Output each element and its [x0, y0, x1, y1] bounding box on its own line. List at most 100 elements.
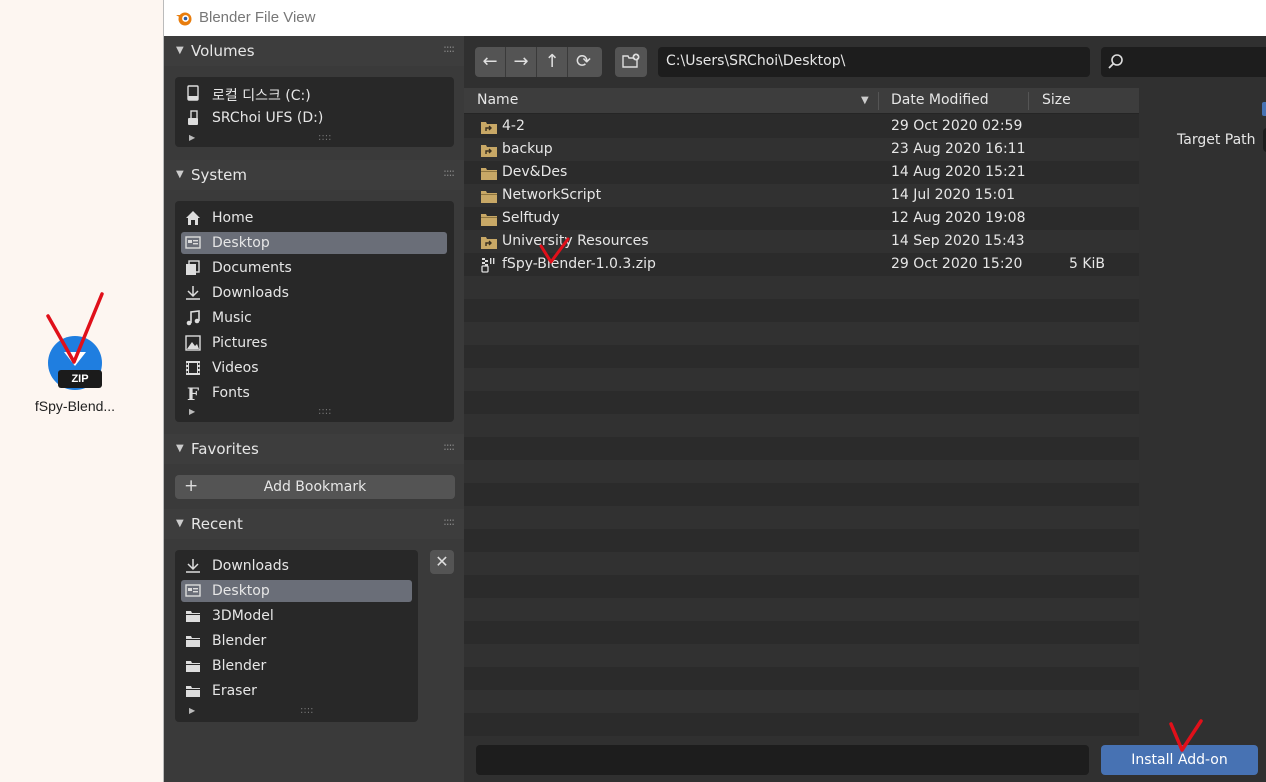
file-name: University Resources — [502, 233, 649, 249]
system-item-home[interactable]: Home — [181, 207, 447, 229]
filename-input[interactable] — [476, 745, 1089, 775]
folder-link-icon — [481, 145, 497, 157]
file-date: 29 Oct 2020 02:59 — [891, 118, 1023, 134]
column-size-header[interactable]: Size — [1042, 92, 1071, 108]
expand-triangle-icon[interactable]: ▶ — [189, 706, 195, 715]
file-name: NetworkScript — [502, 187, 602, 203]
favorites-panel-header[interactable]: ▼ Favorites :::: — [164, 434, 464, 464]
file-row[interactable]: University Resources 14 Sep 2020 15:43 — [464, 230, 1139, 253]
resize-grip-icon[interactable]: :::: — [318, 132, 331, 143]
file-date: 12 Aug 2020 19:08 — [891, 210, 1026, 226]
expand-triangle-icon[interactable]: ▶ — [189, 133, 195, 142]
clear-recent-button[interactable]: ✕ — [430, 550, 454, 574]
folder-icon — [186, 661, 200, 672]
recent-item-label: Downloads — [212, 558, 289, 574]
directory-path-text: C:\Users\SRChoi\Desktop\ — [666, 53, 846, 69]
system-panel-header[interactable]: ▼ System :::: — [164, 160, 464, 190]
zip-arrow-shape — [64, 352, 86, 366]
recent-item[interactable]: Desktop — [181, 580, 412, 602]
removable-drive-icon — [188, 110, 198, 125]
system-item-fonts[interactable]: F Fonts — [181, 382, 447, 404]
recent-item-label: Eraser — [212, 683, 257, 699]
recent-item[interactable]: Eraser — [181, 680, 412, 702]
refresh-button[interactable]: ⟳ — [568, 47, 599, 77]
resize-grip-icon[interactable]: :::: — [300, 705, 313, 716]
volumes-list: 로컬 디스크 (C:) SRChoi UFS (D:) ▶ :::: — [175, 77, 454, 147]
recent-panel-header[interactable]: ▼ Recent :::: — [164, 509, 464, 539]
blender-logo-icon — [176, 12, 192, 26]
row-stripe — [464, 506, 1139, 529]
recent-title: Recent — [191, 515, 243, 533]
system-item-desktop[interactable]: Desktop — [181, 232, 447, 254]
column-date-header[interactable]: Date Modified — [891, 92, 989, 108]
volume-item-c[interactable]: 로컬 디스크 (C:) — [181, 82, 447, 104]
recent-item-label: 3DModel — [212, 608, 274, 624]
directory-path-input[interactable]: C:\Users\SRChoi\Desktop\ — [658, 47, 1090, 77]
column-name-header[interactable]: Name — [477, 92, 518, 108]
drag-grip-icon[interactable]: :::: — [443, 166, 455, 179]
recent-item-label: Desktop — [212, 583, 270, 599]
forward-button[interactable]: → — [506, 47, 537, 77]
row-stripe — [464, 667, 1139, 690]
row-stripe — [464, 598, 1139, 621]
recent-item[interactable]: Blender — [181, 655, 412, 677]
back-button[interactable]: ← — [475, 47, 506, 77]
sidebar-item-label: Downloads — [212, 285, 289, 301]
row-stripe — [464, 644, 1139, 667]
resize-grip-icon[interactable]: :::: — [318, 406, 331, 417]
favorites-title: Favorites — [191, 440, 259, 458]
file-row[interactable]: 4-2 29 Oct 2020 02:59 — [464, 115, 1139, 138]
parent-directory-button[interactable]: ↑ — [537, 47, 568, 77]
system-list: Home Desktop Documents Downloads Music P… — [175, 201, 454, 422]
system-item-downloads[interactable]: Downloads — [181, 282, 447, 304]
recent-item[interactable]: Blender — [181, 630, 412, 652]
file-row[interactable]: Dev&Des 14 Aug 2020 15:21 — [464, 161, 1139, 184]
system-item-pictures[interactable]: Pictures — [181, 332, 447, 354]
row-stripe — [464, 575, 1139, 598]
volumes-panel-header[interactable]: ▼ Volumes :::: — [164, 36, 464, 66]
system-item-music[interactable]: Music — [181, 307, 447, 329]
operator-options-panel: Target Path — [1139, 88, 1266, 736]
system-title: System — [191, 166, 247, 184]
drag-grip-icon[interactable]: :::: — [443, 515, 455, 528]
zip-badge: ZIP — [58, 370, 102, 388]
sidebar-item-label: Home — [212, 210, 254, 226]
file-name: backup — [502, 141, 553, 157]
row-stripe — [464, 276, 1139, 299]
system-item-videos[interactable]: Videos — [181, 357, 447, 379]
recent-item[interactable]: Downloads — [181, 555, 412, 577]
expand-triangle-icon[interactable]: ▶ — [189, 407, 195, 416]
file-row[interactable]: fSpy-Blender-1.0.3.zip 29 Oct 2020 15:20… — [464, 253, 1139, 276]
option-checkbox[interactable] — [1262, 102, 1266, 116]
file-row[interactable]: backup 23 Aug 2020 16:11 — [464, 138, 1139, 161]
system-item-documents[interactable]: Documents — [181, 257, 447, 279]
new-folder-button[interactable] — [615, 47, 647, 77]
folder-icon — [481, 191, 497, 203]
file-name: Selftudy — [502, 210, 560, 226]
add-bookmark-button[interactable]: + Add Bookmark — [175, 475, 455, 499]
music-icon — [186, 310, 200, 326]
recent-item[interactable]: 3DModel — [181, 605, 412, 627]
file-row[interactable]: NetworkScript 14 Jul 2020 15:01 — [464, 184, 1139, 207]
file-list: Name ▼ Date Modified Size 4-2 29 Oct 202… — [464, 88, 1139, 736]
pictures-icon — [185, 335, 201, 351]
file-row[interactable]: Selftudy 12 Aug 2020 19:08 — [464, 207, 1139, 230]
collapse-triangle-icon: ▼ — [176, 518, 184, 529]
videos-icon — [186, 361, 200, 375]
file-name: Dev&Des — [502, 164, 568, 180]
arrow-left-icon: ← — [482, 51, 498, 72]
file-name: fSpy-Blender-1.0.3.zip — [502, 256, 656, 272]
search-input[interactable] — [1101, 47, 1266, 77]
volume-label: SRChoi UFS (D:) — [212, 110, 324, 126]
row-stripe — [464, 345, 1139, 368]
drag-grip-icon[interactable]: :::: — [443, 42, 455, 55]
desktop-icon-label: fSpy-Blend... — [34, 398, 116, 414]
column-divider[interactable] — [878, 92, 879, 110]
sort-descending-icon[interactable]: ▼ — [861, 95, 869, 106]
volume-item-d[interactable]: SRChoi UFS (D:) — [181, 107, 447, 129]
install-addon-button[interactable]: Install Add-on — [1101, 745, 1258, 775]
window-title: Blender File View — [199, 9, 316, 26]
file-date: 14 Jul 2020 15:01 — [891, 187, 1016, 203]
drag-grip-icon[interactable]: :::: — [443, 440, 455, 453]
column-divider[interactable] — [1028, 92, 1029, 110]
